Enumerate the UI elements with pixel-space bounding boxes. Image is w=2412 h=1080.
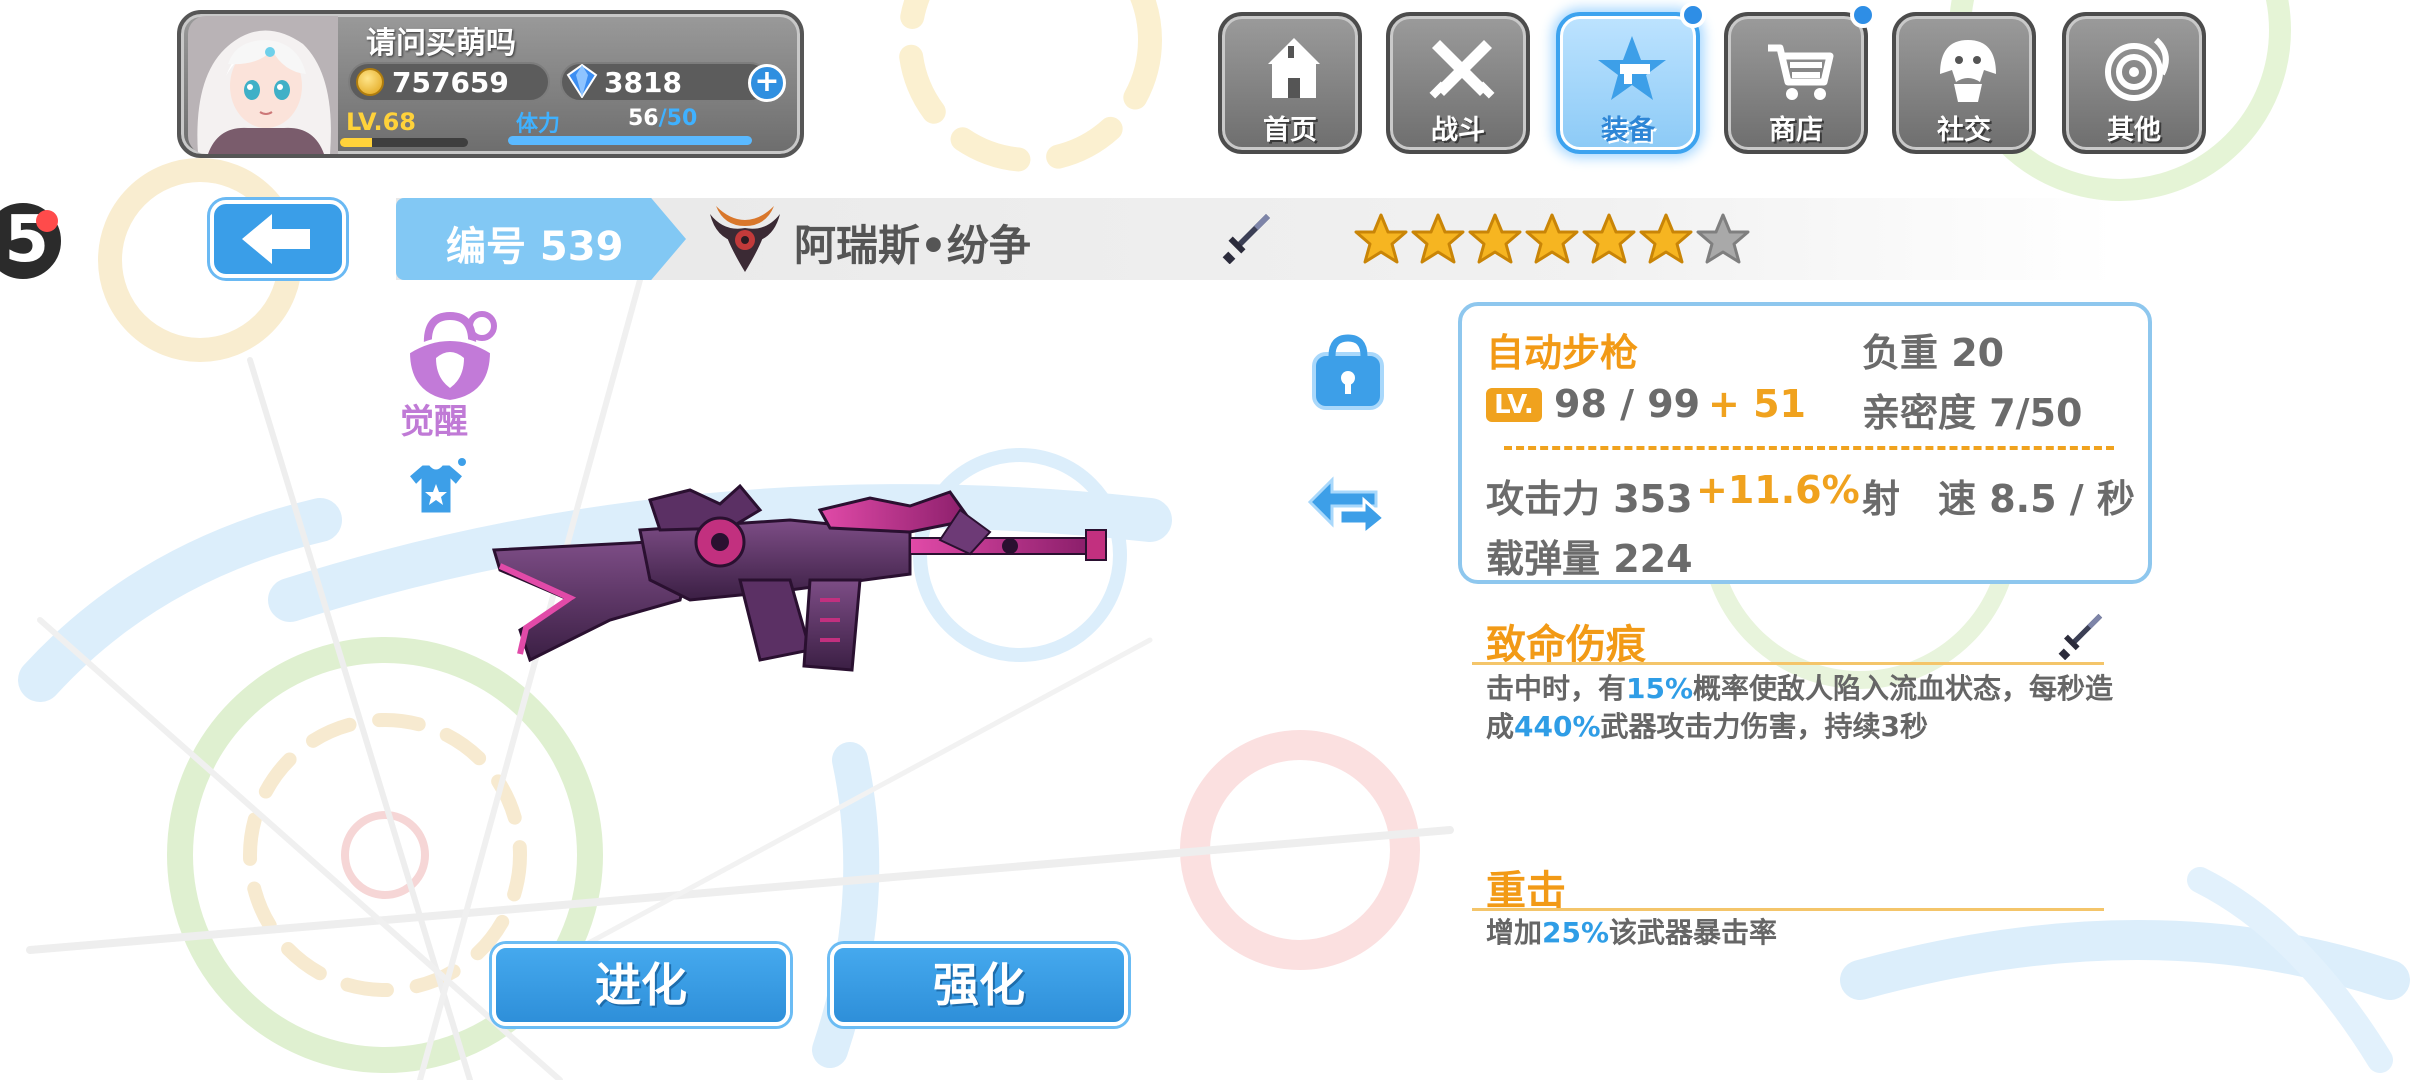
spiral-icon [2105,37,2169,101]
nav-home-label: 首页 [1263,115,1317,146]
awaken-label[interactable]: 觉醒 [400,394,468,443]
weapon-sword-icon [1222,214,1270,264]
nav-battle-label: 战斗 [1431,115,1485,146]
weapon-level-bonus: + 51 [1708,382,1806,426]
weapon-id: 编号 539 [446,224,624,270]
stats-divider [1504,446,2114,450]
house-icon [1268,38,1320,98]
stamina-current: 56 [628,106,659,131]
stamina-bar-fill [508,136,752,145]
shop-badge-dot [1850,2,1876,28]
skill-desc-text: 武器攻击力伤害，持续3秒 [1600,710,1929,743]
stamina-bar [508,136,752,145]
player-name: 请问买萌吗 [366,26,516,61]
diamond-icon [566,64,598,98]
star-filled-icon [1411,213,1465,264]
player-level: LV.68 [346,108,416,136]
nav-other-label: 其他 [2107,115,2161,146]
nav-other-button[interactable]: 其他 [2062,12,2206,154]
star-filled-icon [1525,213,1579,264]
gold-amount: 757659 [392,66,509,99]
stamina-label: 体力 [516,112,561,137]
skill-divider [1472,662,2104,665]
weapon-rarity-stars [1354,212,1750,266]
nav-shop-label: 商店 [1769,115,1823,146]
weapon-fire-rate: 射 速 8.5 / 秒 [1862,477,2135,521]
nav-social-button[interactable]: 社交 [1892,12,2036,154]
star-filled-icon [1354,213,1408,264]
awaken-lock-icon[interactable] [398,306,504,406]
weapon-attack-bonus: +11.6% [1696,468,1860,512]
weapon-type: 自动步枪 [1486,331,1639,375]
skill-desc-highlight: 440% [1514,710,1601,743]
shirt-icon[interactable] [404,456,468,520]
weapon-attack: 攻击力 353 [1486,477,1693,521]
skill-desc-text: 该武器暴击率 [1609,916,1778,949]
skill-sword-icon [2058,613,2103,660]
player-avatar[interactable] [188,16,338,154]
enhance-button[interactable]: 强化 [830,944,1128,1026]
star-empty-icon [1696,213,1750,264]
nav-equipment-button[interactable]: 装备 [1556,12,1700,154]
weapon-image [492,483,1107,672]
swap-arrows-icon[interactable] [1306,466,1388,538]
skill-divider [1472,908,2104,911]
skill-desc-text: 击中时，有 [1486,672,1627,705]
lock-button[interactable] [1310,334,1386,412]
nav-social-label: 社交 [1937,115,1991,146]
gold-coin-icon [356,68,384,96]
weapon-ammo: 载弹量 224 [1486,537,1693,581]
skill-description: 增加25%该武器暴击率 [1486,914,2116,952]
stamina-value: 56/50 [628,106,697,131]
level-badge: LV. [1486,388,1542,422]
gem-amount: 3818 [604,66,682,99]
nav-battle-button[interactable]: 战斗 [1386,12,1530,154]
exp-bar-fill [340,138,372,147]
shopping-cart-icon [1768,44,1834,100]
skill-desc-text: 增加 [1486,916,1543,949]
crossed-swords-icon [1429,40,1495,99]
back-arrow-icon [242,214,310,264]
friend-icon [1940,40,1996,102]
star-filled-icon [1639,213,1693,264]
nav-shop-button[interactable]: 商店 [1724,12,1868,154]
add-gems-button[interactable]: + [748,64,786,102]
weapon-affinity: 亲密度 7/50 [1862,391,2083,435]
back-button[interactable] [210,200,346,278]
demon-crest-icon [710,206,780,272]
nav-home-button[interactable]: 首页 [1218,12,1362,154]
notification-dot [36,210,58,232]
equipment-badge-dot [1680,2,1706,28]
exp-bar [340,138,468,147]
weapon-level: 98 / 99 [1554,382,1701,426]
star-gun-icon [1598,36,1666,100]
skill-description: 击中时，有15%概率使敌人陷入流血状态，每秒造成440%武器攻击力伤害，持续3秒 [1486,670,2116,746]
skill-desc-highlight: 25% [1542,916,1610,949]
nav-equipment-label: 装备 [1601,115,1655,146]
star-filled-icon [1468,213,1522,264]
skill-desc-highlight: 15% [1626,672,1694,705]
star-filled-icon [1582,213,1636,264]
evolve-button[interactable]: 进化 [492,944,790,1026]
stamina-max: /50 [658,106,698,131]
weapon-name: 阿瑞斯•纷争 [794,221,1031,270]
weapon-weight: 负重 20 [1862,331,2005,375]
